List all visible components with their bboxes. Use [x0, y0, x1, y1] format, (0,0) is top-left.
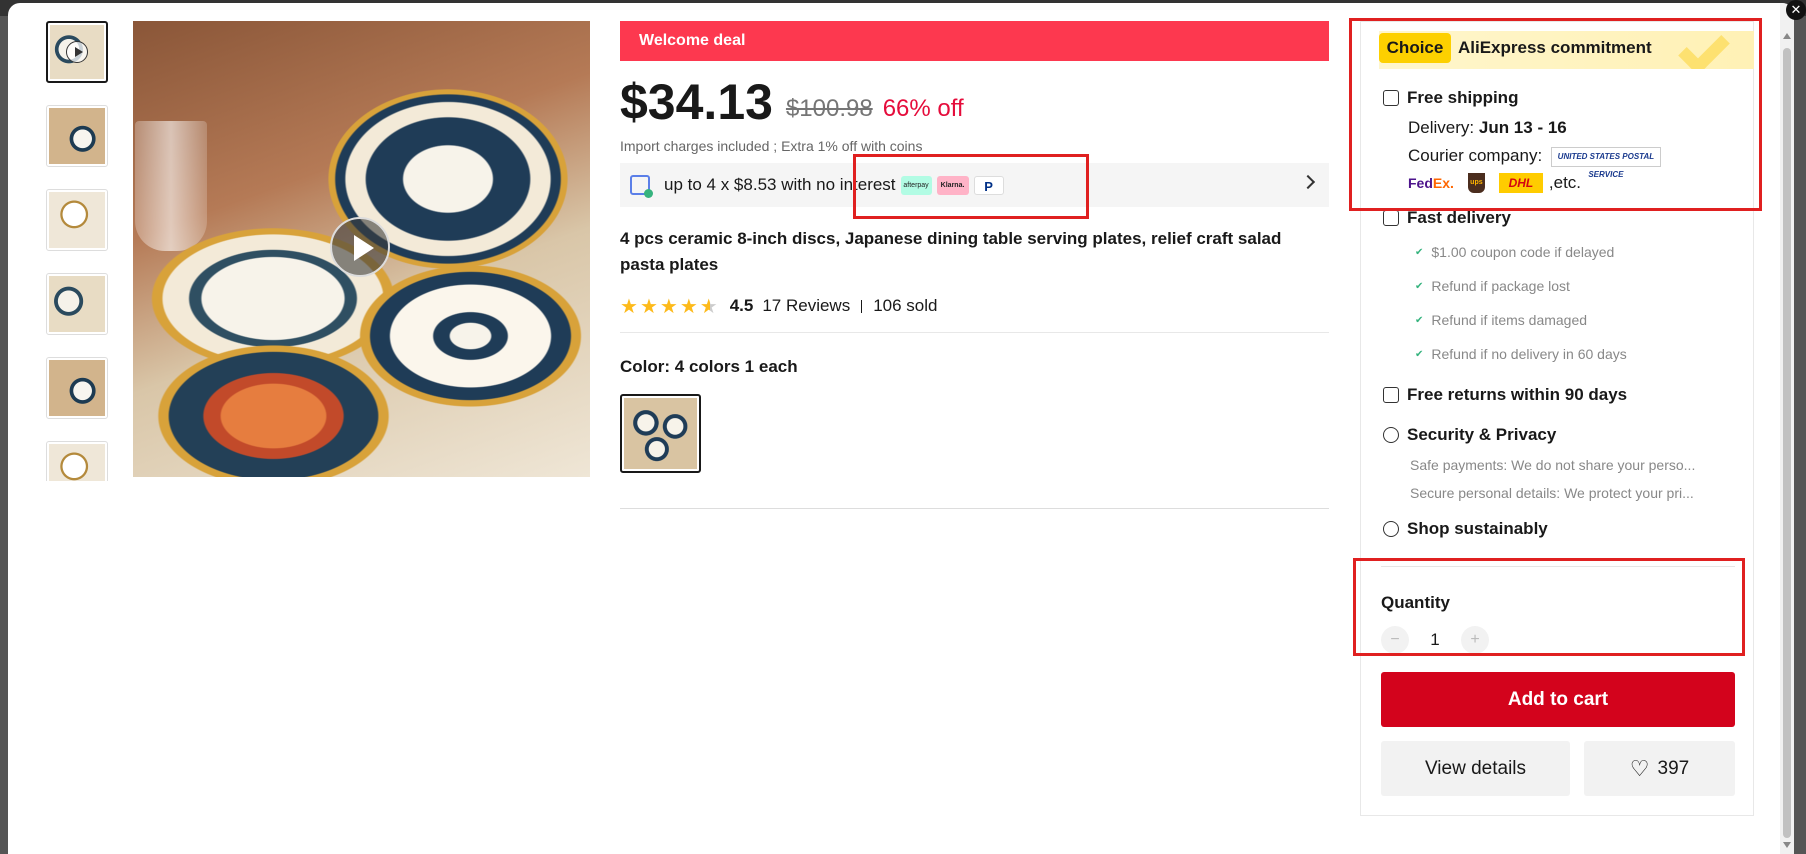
- rating-row[interactable]: ★ ★ ★ ★ ★ 4.5 17 Reviews 106 sold: [620, 295, 1329, 318]
- wishlist-count: 397: [1657, 757, 1690, 779]
- divider: [620, 332, 1329, 333]
- security-detail: Secure personal details: We protect your…: [1410, 485, 1694, 501]
- star-icon: ★: [679, 295, 698, 318]
- scrollbar[interactable]: [1780, 3, 1794, 854]
- calendar-icon: [630, 175, 653, 198]
- heart-icon: ♡: [1629, 755, 1650, 781]
- rating-value: 4.5: [729, 296, 754, 315]
- thumbnail-strip[interactable]: [46, 21, 110, 481]
- sold-count: 106 sold: [873, 296, 938, 315]
- highlight-box: [1353, 558, 1745, 656]
- list-item: Refund if items damaged: [1415, 303, 1627, 337]
- list-item: Refund if package lost: [1415, 269, 1627, 303]
- fast-delivery-list: $1.00 coupon code if delayed Refund if p…: [1415, 235, 1627, 371]
- sustainability-label: Shop sustainably: [1407, 519, 1548, 538]
- product-main-image[interactable]: [133, 21, 590, 477]
- product-title[interactable]: 4 pcs ceramic 8-inch discs, Japanese din…: [620, 226, 1329, 278]
- play-icon: [66, 41, 88, 63]
- reviews-link[interactable]: 17 Reviews: [762, 296, 850, 316]
- color-label: Color: 4 colors 1 each: [620, 357, 798, 376]
- thumbnail-image[interactable]: [46, 189, 108, 251]
- current-price: $34.13: [620, 74, 773, 130]
- return-box-icon: [1383, 387, 1399, 403]
- divider: [620, 508, 1329, 509]
- fast-delivery-label: Fast delivery: [1407, 208, 1511, 227]
- free-returns-label: Free returns within 90 days: [1407, 385, 1628, 404]
- thumbnail-image[interactable]: [46, 105, 108, 167]
- fast-delivery-row[interactable]: Fast delivery: [1383, 208, 1511, 228]
- leaf-icon: [1383, 521, 1399, 537]
- chevron-right-icon[interactable]: [1300, 174, 1316, 190]
- divider: [861, 299, 863, 313]
- thumbnail-image[interactable]: [46, 357, 108, 419]
- star-icon: ★: [659, 295, 678, 318]
- thumbnail-video[interactable]: [46, 21, 108, 83]
- close-icon[interactable]: ✕: [1786, 0, 1806, 20]
- shield-icon: [1383, 427, 1399, 443]
- security-label: Security & Privacy: [1407, 425, 1557, 444]
- list-item: Refund if no delivery in 60 days: [1415, 337, 1626, 371]
- scrollbar-thumb[interactable]: [1783, 48, 1791, 838]
- security-detail: Safe payments: We do not share your pers…: [1410, 457, 1696, 473]
- plate-illustration: [353, 261, 588, 411]
- price-row: $34.13 $100.98 66% off: [620, 77, 1329, 127]
- list-item: $1.00 coupon code if delayed: [1415, 235, 1627, 269]
- thumbnail-image[interactable]: [46, 273, 108, 335]
- sustainability-row[interactable]: Shop sustainably: [1383, 519, 1548, 539]
- discount-label: 66% off: [882, 95, 964, 122]
- half-star-icon: ★: [699, 295, 718, 318]
- star-icon: ★: [639, 295, 658, 318]
- scroll-down-icon[interactable]: [1783, 842, 1791, 848]
- color-swatch[interactable]: [620, 394, 701, 473]
- scroll-up-icon[interactable]: [1783, 33, 1791, 39]
- welcome-deal-banner: Welcome deal: [620, 21, 1329, 61]
- quick-view-modal: Welcome deal $34.13 $100.98 66% off Impo…: [8, 3, 1794, 854]
- highlight-box: [1349, 18, 1762, 211]
- video-play-icon[interactable]: [330, 217, 390, 277]
- import-note: Import charges included ; Extra 1% off w…: [620, 138, 923, 154]
- product-info: Welcome deal $34.13 $100.98 66% off Impo…: [620, 21, 1329, 509]
- highlight-box: [853, 154, 1089, 219]
- star-icon: ★: [620, 295, 638, 318]
- security-row[interactable]: Security & Privacy: [1383, 425, 1556, 445]
- glass-decoration: [135, 121, 207, 251]
- box-icon: [1383, 210, 1399, 226]
- original-price: $100.98: [785, 95, 873, 122]
- wishlist-button[interactable]: ♡ 397: [1584, 741, 1735, 796]
- free-returns-row[interactable]: Free returns within 90 days: [1383, 385, 1627, 405]
- add-to-cart-button[interactable]: Add to cart: [1381, 672, 1735, 727]
- view-details-button[interactable]: View details: [1381, 741, 1570, 796]
- thumbnail-image[interactable]: [46, 441, 108, 481]
